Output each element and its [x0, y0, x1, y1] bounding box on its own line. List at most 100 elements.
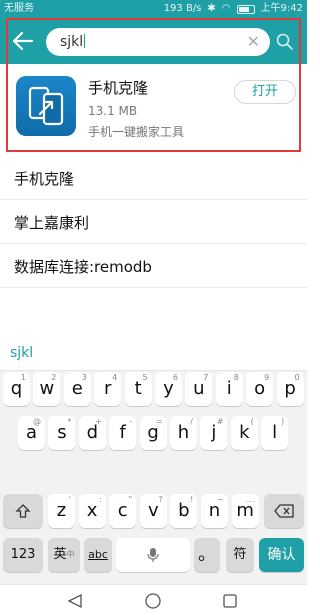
numbers-key[interactable]: 123 — [3, 538, 43, 572]
status-bar: 无服务 193 B/s ✱ ◠ 上午9:42 — [0, 0, 307, 18]
search-row: sjkl ✕ — [0, 18, 307, 64]
search-query-text: sjkl — [60, 34, 84, 50]
key-hint: 0 — [294, 373, 300, 382]
backspace-key[interactable] — [264, 494, 304, 528]
back-arrow-icon[interactable] — [12, 30, 36, 52]
key-w[interactable]: 2w — [33, 372, 61, 406]
key-hint: 5 — [142, 373, 148, 382]
key-t[interactable]: 5t — [124, 372, 152, 406]
key-label: j — [211, 422, 217, 443]
key-hint: 8 — [233, 373, 239, 382]
key-z[interactable]: ' z — [48, 494, 75, 528]
app-description: 手机一键搬家工具 — [88, 125, 185, 139]
ime-candidate-bar: sjkl — [0, 337, 307, 371]
key-hint: * — [67, 417, 72, 426]
clock: 上午9:42 — [260, 3, 303, 14]
key-label: k — [239, 422, 250, 443]
key-hint: @ — [33, 417, 41, 426]
key-label: r — [103, 378, 112, 399]
key-c[interactable]: " c — [109, 494, 137, 528]
key-hint: : — [98, 495, 102, 504]
suggestion-item[interactable]: 手机克隆 — [0, 156, 307, 200]
lang-label: 英 — [53, 547, 67, 562]
key-label: h — [177, 422, 190, 443]
key-b[interactable]: ! b — [170, 494, 198, 528]
key-hint: 6 — [172, 373, 178, 382]
nav-back-icon[interactable] — [66, 593, 84, 609]
key-label: b — [178, 500, 190, 521]
open-button[interactable]: 打开 — [234, 80, 296, 104]
key-d[interactable]: + d — [78, 416, 106, 450]
wifi-icon: ◠ — [221, 3, 231, 14]
symbols-key[interactable]: 符 — [226, 538, 254, 572]
space-key[interactable] — [116, 538, 190, 572]
suggestion-item[interactable]: 掌上嘉康利 — [0, 200, 307, 244]
key-j[interactable]: # j — [200, 416, 228, 450]
confirm-key[interactable]: 确认 — [259, 538, 304, 572]
key-label: z — [56, 500, 67, 521]
key-label: s — [57, 422, 67, 443]
key-i[interactable]: 8i — [215, 372, 243, 406]
key-u[interactable]: 7u — [185, 372, 213, 406]
key-v[interactable]: ? v — [139, 494, 167, 528]
key-hint: 7 — [203, 373, 209, 382]
key-s[interactable]: * s — [48, 416, 76, 450]
abc-key[interactable]: abc — [84, 538, 112, 572]
key-hint: ! — [190, 495, 194, 504]
key-hint: / — [190, 417, 193, 426]
key-h[interactable]: / h — [170, 416, 197, 450]
language-toggle-key[interactable]: 英中 — [48, 538, 80, 572]
key-f[interactable]: -f — [109, 416, 137, 450]
key-x[interactable]: :x — [78, 494, 106, 528]
period-key[interactable]: 。 — [194, 538, 220, 572]
key-label: l — [272, 422, 278, 443]
key-l[interactable]: ) l — [261, 416, 289, 450]
key-label: i — [226, 378, 232, 399]
nav-home-icon[interactable] — [144, 592, 162, 610]
key-label: v — [147, 500, 159, 521]
key-m[interactable]: … m — [231, 494, 259, 528]
key-hint: ) — [281, 417, 285, 426]
carrier-label: 无服务 — [4, 3, 34, 14]
key-hint: - — [129, 417, 133, 426]
key-k[interactable]: (k — [230, 416, 258, 450]
app-name: 手机克隆 — [88, 79, 149, 97]
key-hint: 1 — [20, 373, 26, 382]
search-icon[interactable] — [275, 32, 295, 52]
app-result[interactable]: 手机克隆 13.1 MB 手机一键搬家工具 打开 — [0, 64, 307, 148]
key-hint: ~ — [217, 495, 224, 504]
status-right: 193 B/s ✱ ◠ 上午9:42 — [164, 0, 303, 18]
key-n[interactable]: ~ n — [201, 494, 228, 528]
key-hint: = — [155, 417, 163, 426]
app-header: 无服务 193 B/s ✱ ◠ 上午9:42 sjkl ✕ — [0, 0, 307, 64]
ime-composing-text[interactable]: sjkl — [10, 345, 33, 361]
navigation-bar — [0, 584, 307, 615]
key-hint: # — [216, 417, 224, 426]
key-p[interactable]: 0p — [276, 372, 304, 406]
key-y[interactable]: 6y — [155, 372, 182, 406]
key-hint: 2 — [51, 373, 57, 382]
key-hint: " — [128, 495, 133, 504]
search-query: sjkl — [60, 34, 86, 50]
shift-key[interactable] — [3, 494, 43, 528]
key-o[interactable]: 9o — [246, 372, 274, 406]
battery-icon — [236, 4, 255, 14]
suggestion-item[interactable]: 数据库连接:remodb — [0, 244, 307, 288]
key-r[interactable]: 4r — [94, 372, 122, 406]
clear-icon[interactable]: ✕ — [247, 33, 260, 51]
key-hint: ' — [68, 495, 71, 504]
key-q[interactable]: 1q — [3, 372, 30, 406]
suggestion-label: 掌上嘉康利 — [14, 214, 90, 232]
text-caret — [84, 34, 86, 48]
key-hint: ? — [158, 495, 163, 504]
nav-recent-apps-icon[interactable] — [222, 593, 238, 609]
phone-clone-icon — [16, 76, 76, 136]
key-hint: 9 — [264, 373, 270, 382]
key-label: t — [134, 378, 142, 399]
key-g[interactable]: = g — [139, 416, 167, 450]
key-e[interactable]: 3e — [63, 372, 91, 406]
search-input[interactable]: sjkl ✕ — [46, 28, 270, 56]
key-a[interactable]: @ a — [18, 416, 45, 450]
bluetooth-icon: ✱ — [207, 3, 216, 14]
lang-hint: 中 — [66, 550, 75, 559]
